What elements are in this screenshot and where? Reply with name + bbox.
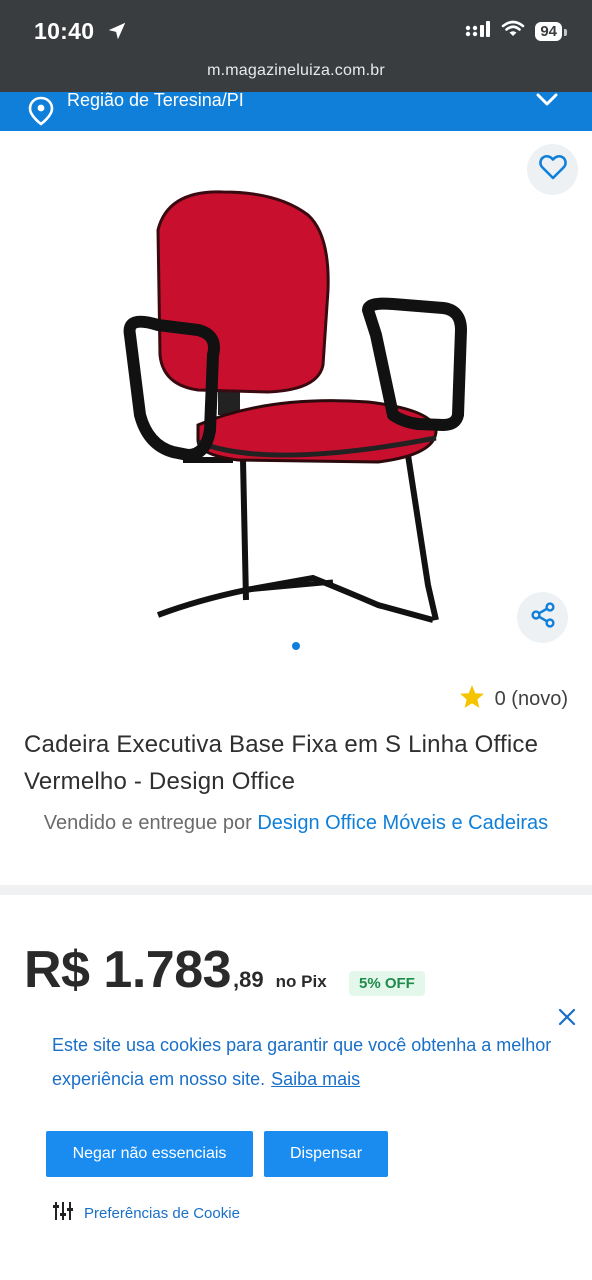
rating-text: 0 (novo) (494, 688, 568, 710)
discount-badge: 5% OFF (349, 971, 425, 996)
heart-icon (538, 154, 567, 185)
price-main: R$ 1.783 (24, 941, 232, 999)
signal-icon (465, 20, 491, 43)
product-image[interactable] (118, 180, 474, 625)
carousel-indicator[interactable] (292, 642, 300, 650)
price-block: R$ 1.783 ,89 no Pix (24, 940, 327, 1000)
share-icon (530, 602, 556, 633)
location-pin-icon (28, 96, 54, 131)
cookie-message: Este site usa cookies para garantir que … (52, 1028, 552, 1096)
browser-status-bar: 10:40 94 m.magazineluiza.com.br (0, 0, 592, 92)
learn-more-link[interactable]: Saiba mais (271, 1069, 360, 1089)
wifi-icon (501, 20, 525, 43)
seller-prefix: Vendido e entregue por (43, 812, 252, 834)
product-title: Cadeira Executiva Base Fixa em S Linha O… (24, 731, 539, 795)
seller-link[interactable]: Design Office Móveis e Cadeiras (257, 812, 548, 834)
star-icon (459, 684, 485, 715)
cookie-preferences-label: Preferências de Cookie (84, 1204, 240, 1222)
region-label: Região de Teresina/PI (67, 90, 244, 110)
region-selector[interactable]: Região de Teresina/PI (0, 90, 592, 131)
location-arrow-icon (106, 20, 128, 47)
share-button[interactable] (517, 592, 568, 643)
dismiss-button[interactable]: Dispensar (264, 1131, 388, 1177)
payment-method: no Pix (275, 972, 327, 991)
chevron-down-icon (536, 93, 558, 112)
cookie-preferences-link[interactable]: Preferências de Cookie (52, 1200, 240, 1226)
seller-info: Vendido e entregue por Design Office Móv… (40, 810, 552, 836)
deny-nonessential-button[interactable]: Negar não essenciais (46, 1131, 253, 1177)
favorite-button[interactable] (527, 144, 578, 195)
battery-indicator: 94 (535, 22, 567, 41)
product-rating[interactable]: 0 (novo) (459, 684, 568, 715)
address-bar-url[interactable]: m.magazineluiza.com.br (0, 62, 592, 80)
cookie-banner: Este site usa cookies para garantir que … (0, 1000, 592, 1280)
section-divider (0, 885, 592, 895)
status-time: 10:40 (34, 18, 95, 44)
sliders-icon (52, 1200, 74, 1226)
price-cents: ,89 (233, 967, 264, 992)
close-icon[interactable] (556, 1006, 578, 1033)
